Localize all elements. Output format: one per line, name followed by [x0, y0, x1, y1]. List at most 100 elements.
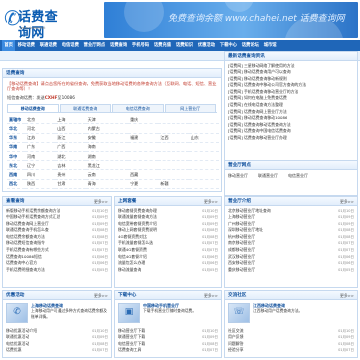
province-link[interactable]: 山东: [188, 133, 219, 143]
outlet-link[interactable]: 联通营业厅: [258, 173, 278, 178]
province-link[interactable]: 河北: [25, 123, 56, 134]
nav-item[interactable]: 话费充值: [151, 40, 173, 51]
news-item[interactable]: [话费网] 话费查询移动话费查询方法: [228, 122, 354, 129]
list-item[interactable]: 用户反馈 01月09日: [228, 334, 354, 341]
news-item[interactable]: [话费网] 移动话费查询移动10086: [228, 115, 354, 122]
province-link[interactable]: 北京: [25, 114, 56, 125]
province-link[interactable]: 贵州: [55, 169, 86, 180]
list-item[interactable]: 北京移动营业厅地址查询 01月10日: [228, 208, 354, 215]
list-item[interactable]: 电信宽带套餐资费介绍 01月09日: [118, 221, 218, 228]
list-item[interactable]: 手机话费查询有哪些方式 01月07日: [6, 247, 108, 254]
list-item[interactable]: 联通优惠活动 01月09日: [6, 334, 108, 341]
query-tab[interactable]: 移动话费查询: [7, 103, 59, 112]
list-item[interactable]: 话费查询10086短信 01月06日: [6, 254, 108, 261]
box4-more-link[interactable]: 更多>>: [94, 291, 108, 300]
list-item[interactable]: 移动套餐资费查询办理 01月10日: [118, 208, 218, 215]
province-link[interactable]: 新疆: [158, 179, 189, 189]
nav-item[interactable]: 话费查询: [108, 40, 130, 51]
query-tab[interactable]: 联通话费查询: [59, 103, 111, 112]
province-link[interactable]: 广西: [55, 142, 86, 153]
list-item[interactable]: 经验分享 01月07日: [228, 347, 354, 354]
site-logo[interactable]: ✆ 话费查询网 www.chahei.net: [4, 6, 70, 41]
list-item[interactable]: 流量包怎么办理 01月06日: [118, 260, 218, 267]
news-item[interactable]: [话费网] 话费查询中国电信话费查询: [228, 128, 354, 135]
list-item[interactable]: 移动话费查询网上营业厅 01月09日: [6, 221, 108, 228]
nav-item[interactable]: 优惠活动: [195, 40, 217, 51]
news-item[interactable]: [话费网] 话费查询网上营业厅方法: [228, 109, 354, 116]
list-item[interactable]: 电信优惠活动 01月08日: [6, 341, 108, 348]
list-item[interactable]: 手机话费明细查询方法 01月05日: [6, 267, 108, 274]
news-item[interactable]: [话费网] 三星移动网络了解使用的方法: [228, 63, 354, 70]
query-tab[interactable]: 电信话费查询: [112, 103, 164, 112]
list-item[interactable]: 问题解答 01月08日: [228, 341, 354, 348]
list-item[interactable]: 社区交流 01月10日: [228, 328, 354, 335]
province-link[interactable]: 云南: [85, 169, 129, 180]
nav-item[interactable]: 营业厅网点: [81, 40, 107, 51]
nav-item[interactable]: 联通话费: [37, 40, 59, 51]
province-link[interactable]: 浙江: [55, 133, 86, 143]
province-link[interactable]: 宁夏: [128, 179, 159, 189]
province-link[interactable]: 陕西: [25, 179, 56, 189]
list-item[interactable]: 成都移动营业厅 01月07日: [228, 247, 354, 254]
list-item[interactable]: 新版移动手机话费余额查询方法 01月10日: [6, 208, 108, 215]
list-item[interactable]: 联通营业厅下载 01月09日: [118, 334, 218, 341]
province-link[interactable]: 江苏: [25, 133, 56, 143]
list-item[interactable]: 联通4G套餐资费 01月07日: [118, 247, 218, 254]
news-item[interactable]: [话费网] 手机话费查询移动营业厅的方法: [228, 89, 354, 96]
list-item[interactable]: 中国移动手机话费查询方式汇总 01月09日: [6, 214, 108, 221]
nav-item[interactable]: 手机号码: [130, 40, 152, 51]
news-item[interactable]: [话费网] 移动话费查询移动新规则: [228, 76, 354, 83]
list-item[interactable]: 西安移动营业厅 01月06日: [228, 260, 354, 267]
province-link[interactable]: 辽宁: [25, 160, 56, 171]
nav-item[interactable]: 城市馆: [261, 40, 279, 51]
nav-item[interactable]: 话费知识: [173, 40, 195, 51]
list-item[interactable]: 广州移动营业厅 01月09日: [228, 221, 354, 228]
list-item[interactable]: 联通流量套餐查询方法 01月09日: [118, 214, 218, 221]
list-item[interactable]: 重庆移动营业厅 01月05日: [228, 267, 354, 274]
box1-more-link[interactable]: 更多>>: [94, 197, 108, 206]
nav-item[interactable]: 下载中心: [217, 40, 239, 51]
province-link[interactable]: 湖南: [85, 151, 129, 162]
list-item[interactable]: 手机流量套餐怎么选 01月07日: [118, 240, 218, 247]
list-item[interactable]: 南京移动营业厅 01月07日: [228, 240, 354, 247]
nav-item[interactable]: 移动话费: [15, 40, 37, 51]
box5-more-link[interactable]: 更多>>: [204, 291, 218, 300]
province-link[interactable]: 河南: [25, 151, 56, 162]
box2-more-link[interactable]: 更多>>: [204, 197, 218, 206]
list-item[interactable]: 移动营业厅下载 01月10日: [118, 328, 218, 335]
box3-more-link[interactable]: 更多>>: [340, 197, 354, 206]
list-item[interactable]: 4G套餐资费对比 01月08日: [118, 234, 218, 241]
province-link[interactable]: 重庆: [128, 114, 159, 125]
news-item[interactable]: [话费网] 如何在电脑上免费查话费: [228, 95, 354, 102]
province-link[interactable]: 海南: [85, 142, 129, 153]
list-item[interactable]: 上海移动营业厅 01月09日: [228, 214, 354, 221]
province-link[interactable]: 广东: [25, 142, 56, 153]
nav-item[interactable]: 首页: [2, 40, 16, 51]
province-link[interactable]: 山西: [55, 123, 86, 134]
query-tab[interactable]: 网上营业厅: [164, 103, 216, 112]
list-item[interactable]: 电信4G套餐介绍 01月06日: [118, 254, 218, 261]
box6-more-link[interactable]: 更多>>: [340, 291, 354, 300]
list-item[interactable]: 移动流量查询 01月05日: [118, 267, 218, 274]
list-item[interactable]: 话费查询工具 01月07日: [118, 347, 218, 354]
box4-feature[interactable]: ✆ 上海移动话费查询 上海移动用户可通过多种方式查询话费余额及账单详情。: [3, 300, 111, 326]
province-link[interactable]: 福建: [128, 133, 159, 143]
news-item[interactable]: [话费网] 在线电话查询方法整理: [228, 102, 354, 109]
list-item[interactable]: 话费查询中心官方 01月06日: [6, 260, 108, 267]
news-item[interactable]: [话费网] 移动话费查询用户可以查询: [228, 69, 354, 76]
nav-item[interactable]: 话费论坛: [239, 40, 261, 51]
province-link[interactable]: 天津: [85, 114, 129, 125]
list-item[interactable]: 深圳移动营业厅地址 01月08日: [228, 227, 354, 234]
list-item[interactable]: 移动话费短信查询指令 01月07日: [6, 240, 108, 247]
province-link[interactable]: 安徽: [85, 133, 129, 143]
province-link[interactable]: 上海: [55, 114, 86, 125]
nav-item[interactable]: 电信话费: [59, 40, 81, 51]
box5-feature[interactable]: ▣ 中国移动手机营业厅 下载手机营业厅随时查询话费。: [115, 300, 221, 326]
list-item[interactable]: 移动上网套餐资费说明 01月08日: [118, 227, 218, 234]
list-item[interactable]: 电信营业厅下载 01月08日: [118, 341, 218, 348]
list-item[interactable]: 杭州移动营业厅 01月08日: [228, 234, 354, 241]
province-link[interactable]: 青海: [85, 179, 129, 189]
outlet-link[interactable]: 移动营业厅: [228, 173, 248, 178]
list-item[interactable]: 武汉移动营业厅 01月06日: [228, 254, 354, 261]
province-link[interactable]: 吉林: [55, 160, 86, 171]
